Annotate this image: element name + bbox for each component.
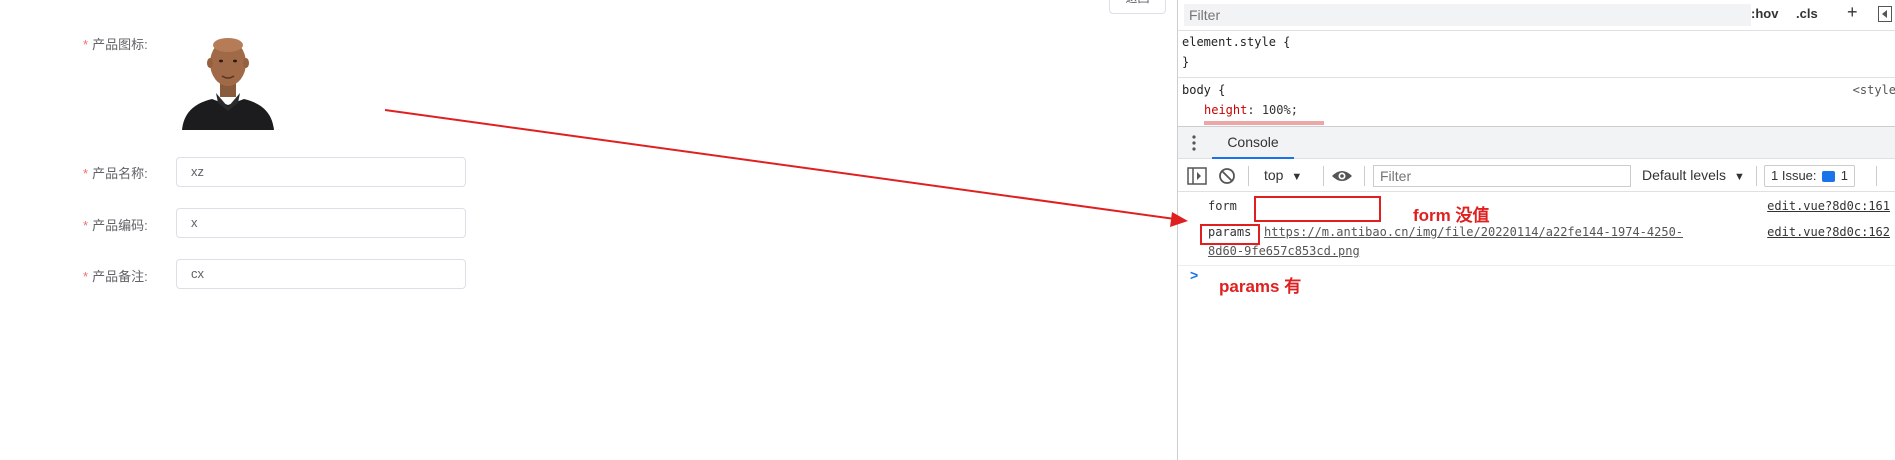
arrow-shaft: [384, 109, 1176, 220]
annotation-arrow-icon: [384, 109, 1188, 227]
arrow-head: [1170, 212, 1188, 227]
